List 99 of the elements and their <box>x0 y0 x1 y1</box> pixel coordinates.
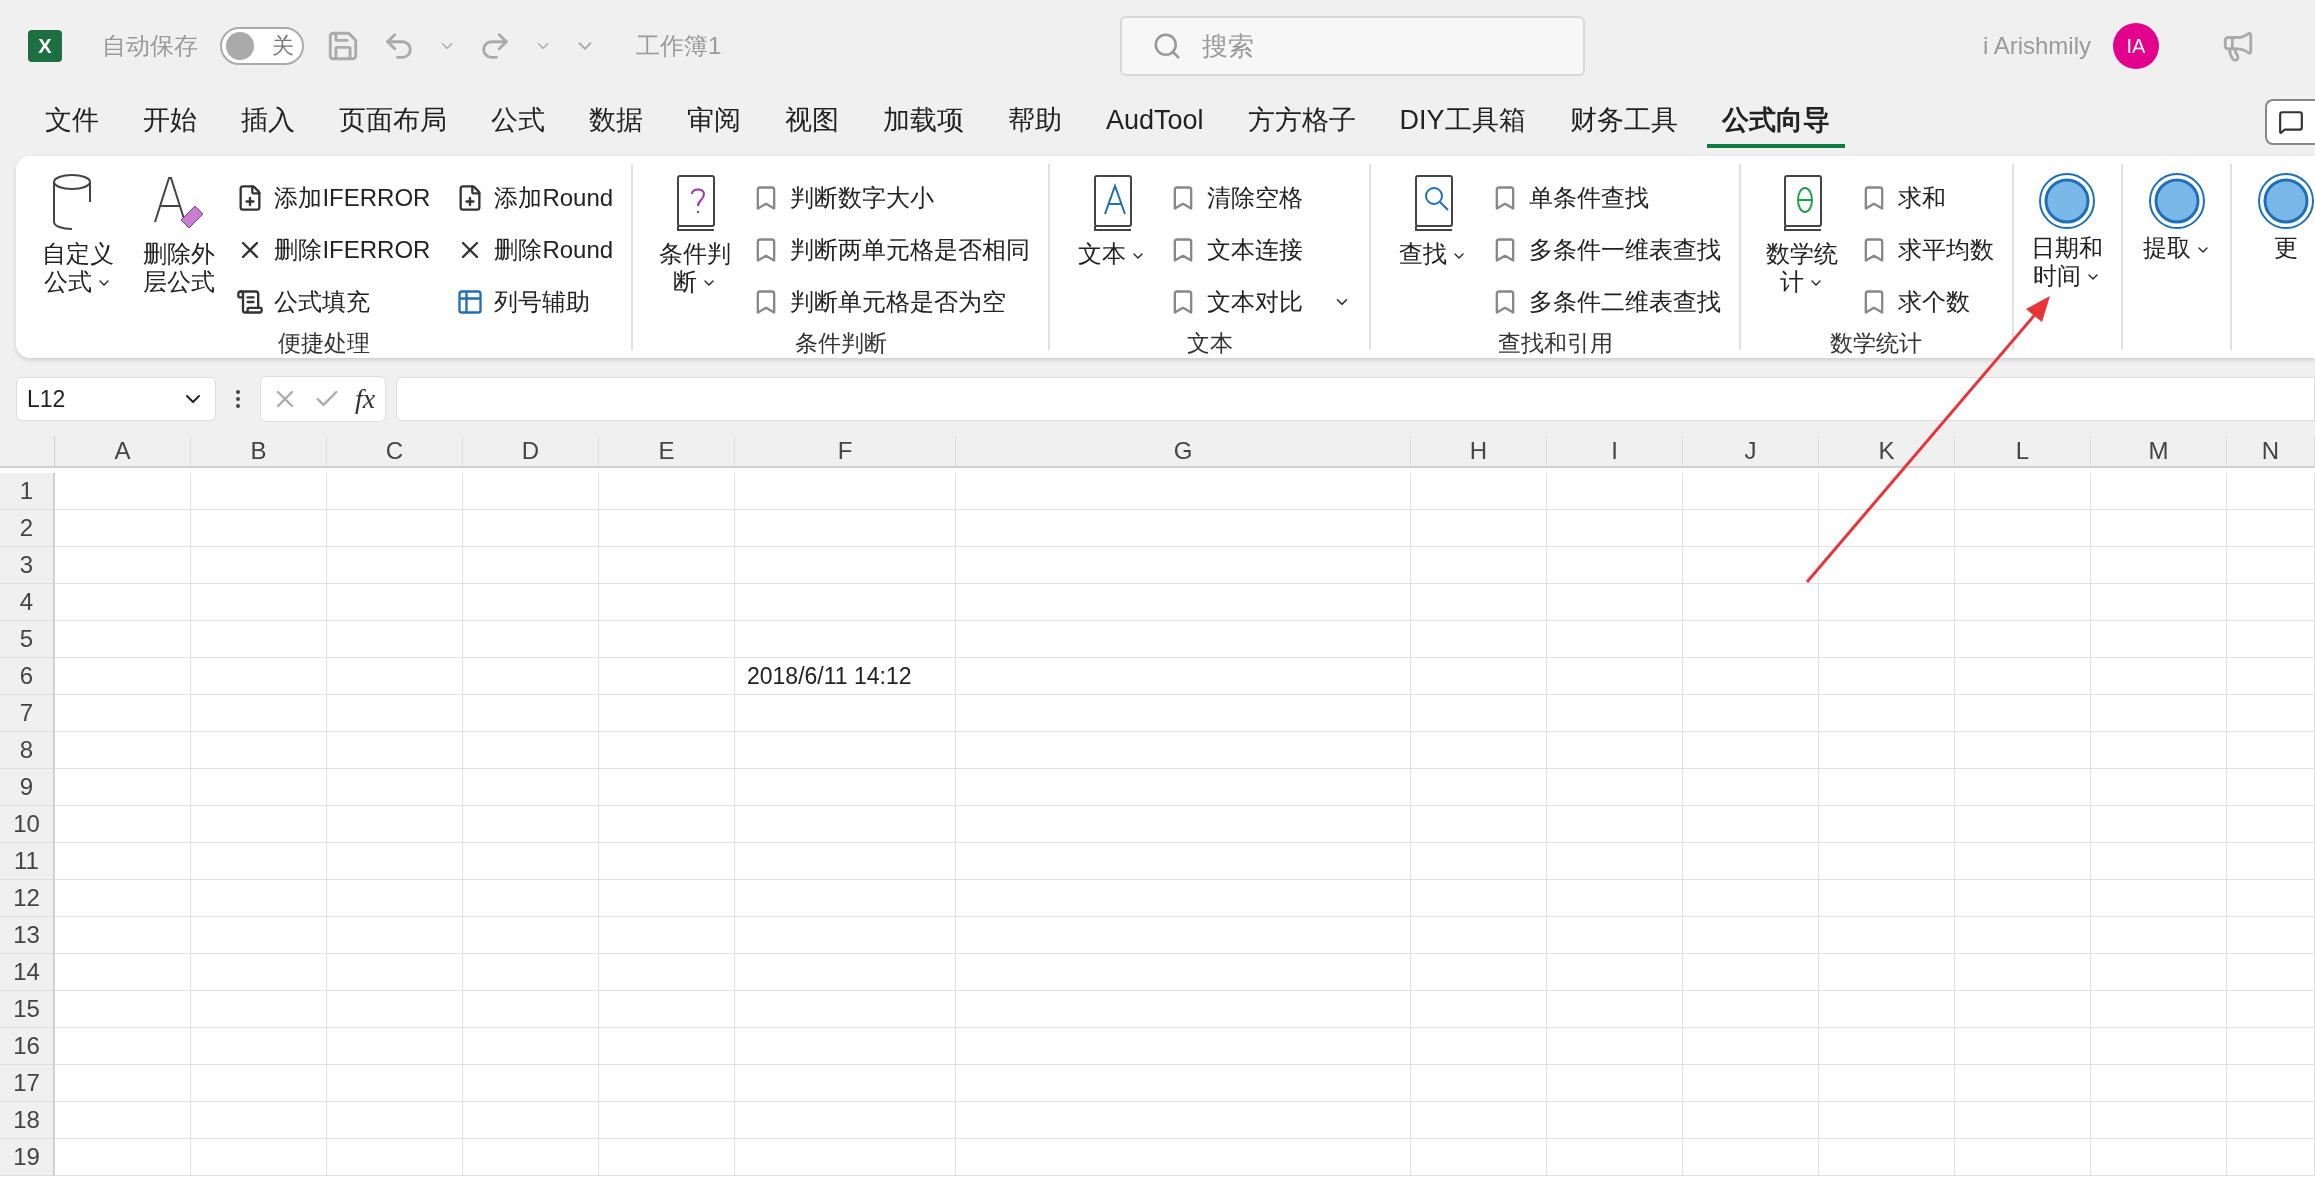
workbook-title: 工作簿1 <box>636 31 722 61</box>
row-header[interactable]: 9 <box>0 769 55 806</box>
ribbon-item[interactable]: 清除空格 <box>1169 172 1352 224</box>
menu-tab[interactable]: 页面布局 <box>324 96 462 148</box>
ribbon-item[interactable]: 求和 <box>1859 172 1994 224</box>
group-label: 查找和引用 <box>1496 329 1614 358</box>
column-header[interactable]: C <box>327 436 463 468</box>
ribbon-item[interactable]: 列号辅助 <box>456 276 614 328</box>
menu-tab[interactable]: 数据 <box>574 96 658 148</box>
menu-tab[interactable]: 视图 <box>770 96 854 148</box>
row-header[interactable]: 13 <box>0 917 55 954</box>
table-cell: 2018/6/11 14:12 <box>735 658 956 695</box>
column-header[interactable]: A <box>55 436 191 468</box>
column-header[interactable]: I <box>1547 436 1683 468</box>
column-header[interactable]: N <box>2227 436 2315 468</box>
group-label: 便捷处理 <box>276 329 371 358</box>
insert-function-button[interactable]: fx <box>355 383 376 415</box>
row-header[interactable]: 2 <box>0 510 55 547</box>
circle-icon <box>2147 172 2206 230</box>
comment-button[interactable] <box>2265 99 2315 145</box>
row-header[interactable]: 12 <box>0 880 55 917</box>
user-name: i Arishmily <box>1983 32 2091 60</box>
ribbon-item[interactable]: 删除IFERROR <box>236 224 431 276</box>
name-box[interactable]: L12 <box>16 377 216 421</box>
column-header[interactable]: M <box>2091 436 2227 468</box>
ribbon-button[interactable]: 数学统计 <box>1758 172 1846 328</box>
menu-tab[interactable]: 加载项 <box>868 96 979 148</box>
ribbon-item[interactable]: 单条件查找 <box>1490 172 1721 224</box>
column-header[interactable]: F <box>735 436 956 468</box>
column-header[interactable]: G <box>956 436 1411 468</box>
autosave-toggle[interactable]: 关 <box>220 27 304 65</box>
menu-tab[interactable]: 插入 <box>226 96 310 148</box>
autosave-label: 自动保存 <box>102 31 198 61</box>
column-header[interactable]: E <box>599 436 735 468</box>
row-header[interactable]: 5 <box>0 621 55 658</box>
ribbon-item[interactable]: 添加IFERROR <box>236 172 431 224</box>
ribbon-item[interactable]: 公式填充 <box>236 276 431 328</box>
column-header[interactable]: L <box>1955 436 2091 468</box>
row-header[interactable]: 10 <box>0 806 55 843</box>
ribbon-item[interactable]: 求个数 <box>1859 276 1994 328</box>
ribbon-item[interactable]: 添加Round <box>456 172 614 224</box>
app-logo: X <box>28 30 62 62</box>
row-header[interactable]: 6 <box>0 658 55 695</box>
menu-tab[interactable]: DIY工具箱 <box>1384 96 1541 148</box>
row-header[interactable]: 3 <box>0 547 55 584</box>
row-header[interactable]: 7 <box>0 695 55 732</box>
ribbon-item[interactable]: 求平均数 <box>1859 224 1994 276</box>
ribbon-button[interactable]: 提取 <box>2133 172 2221 350</box>
ribbon-button[interactable]: 条件判断 <box>651 172 739 328</box>
group-label: 条件判断 <box>793 329 888 358</box>
circle-icon <box>2038 172 2097 230</box>
column-header[interactable]: J <box>1683 436 1819 468</box>
group-label: 数学统计 <box>1829 329 1924 358</box>
menu-tab[interactable]: 开始 <box>128 96 212 148</box>
save-icon[interactable] <box>326 29 360 63</box>
user-avatar[interactable]: IA <box>2113 23 2159 69</box>
ribbon-button[interactable]: 文本 <box>1068 172 1156 328</box>
ribbon-item[interactable]: 判断单元格是否为空 <box>752 276 1031 328</box>
menu-tab[interactable]: AudTool <box>1091 98 1219 146</box>
row-header[interactable]: 14 <box>0 954 55 991</box>
ribbon-item[interactable]: 判断数字大小 <box>752 172 1031 224</box>
ribbon-item[interactable]: 文本对比 <box>1169 276 1352 328</box>
menu-tab[interactable]: 帮助 <box>993 96 1077 148</box>
ribbon-button[interactable]: 查找 <box>1389 172 1477 328</box>
row-header[interactable]: 8 <box>0 732 55 769</box>
row-header[interactable]: 15 <box>0 991 55 1028</box>
menu-tab[interactable]: 审阅 <box>672 96 756 148</box>
formula-input[interactable] <box>396 377 2315 421</box>
row-header[interactable]: 18 <box>0 1102 55 1139</box>
group-label: 文本 <box>1185 329 1234 358</box>
row-header[interactable]: 16 <box>0 1028 55 1065</box>
grid-icon <box>456 288 485 316</box>
row-header[interactable]: 1 <box>0 473 55 510</box>
menu-tab[interactable]: 方方格子 <box>1232 96 1371 148</box>
scroll-icon <box>236 288 265 316</box>
column-header[interactable]: H <box>1411 436 1547 468</box>
menu-tab[interactable]: 文件 <box>30 96 114 148</box>
menu-tab[interactable]: 财务工具 <box>1554 96 1693 148</box>
ribbon-button[interactable]: 日期和时间 <box>2023 172 2112 350</box>
comment-icon <box>2278 109 2304 135</box>
column-header[interactable]: D <box>463 436 599 468</box>
ribbon-button[interactable]: 更 <box>2242 172 2315 350</box>
ribbon-button[interactable]: 删除外层公式 <box>135 172 223 328</box>
row-header[interactable]: 11 <box>0 843 55 880</box>
select-all-corner[interactable] <box>0 436 55 468</box>
ribbon-item[interactable]: 删除Round <box>456 224 614 276</box>
column-header[interactable]: B <box>191 436 327 468</box>
ribbon-item[interactable]: 判断两单元格是否相同 <box>752 224 1031 276</box>
megaphone-icon[interactable] <box>2221 29 2255 63</box>
ribbon-item[interactable]: 文本连接 <box>1169 224 1352 276</box>
menu-tab[interactable]: 公式 <box>476 96 560 148</box>
row-header[interactable]: 4 <box>0 584 55 621</box>
row-header[interactable]: 19 <box>0 1139 55 1176</box>
ribbon-item[interactable]: 多条件一维表查找 <box>1490 224 1721 276</box>
ribbon-item[interactable]: 多条件二维表查找 <box>1490 276 1721 328</box>
menu-tab[interactable]: 公式向导 <box>1706 96 1845 148</box>
row-header[interactable]: 17 <box>0 1065 55 1102</box>
ribbon-button[interactable]: 自定义公式 <box>34 172 122 328</box>
column-header[interactable]: K <box>1819 436 1955 468</box>
